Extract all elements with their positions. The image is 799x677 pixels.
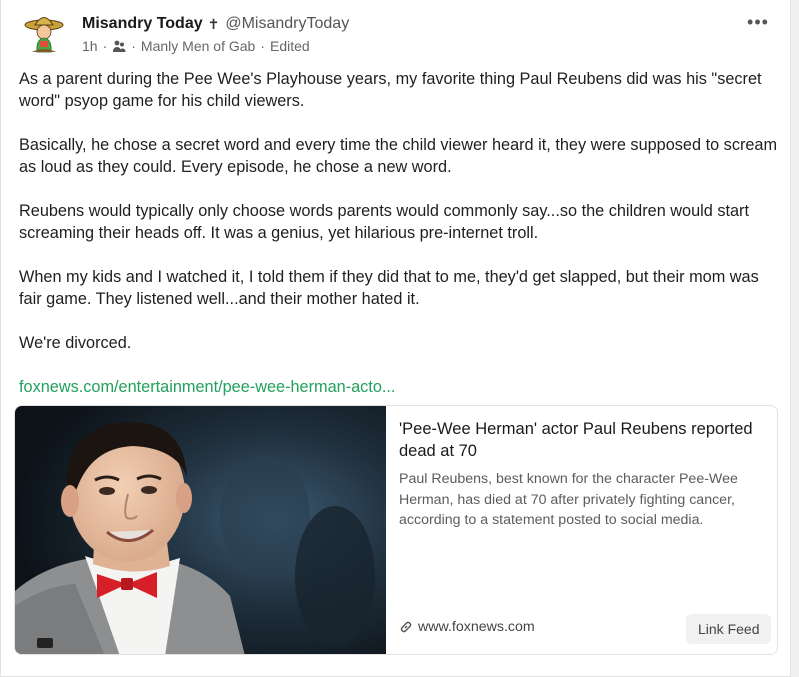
edited-label: Edited [269, 38, 310, 54]
preview-title[interactable]: 'Pee-Wee Herman' actor Paul Reubens repo… [399, 418, 769, 462]
link-preview-card[interactable]: 'Pee-Wee Herman' actor Paul Reubens repo… [14, 405, 778, 655]
post-paragraph: When my kids and I watched it, I told th… [19, 268, 759, 308]
author-display-name[interactable]: Misandry Today [82, 15, 203, 33]
post-body: As a parent during the Pee Wee's Playhou… [19, 68, 779, 376]
post-paragraph: Reubens would typically only choose word… [19, 202, 750, 242]
post-paragraph: As a parent during the Pee Wee's Playhou… [19, 70, 762, 110]
preview-domain-label: www.foxnews.com [418, 619, 535, 635]
preview-description: Paul Reubens, best known for the charact… [399, 471, 738, 528]
preview-image[interactable] [15, 406, 386, 654]
separator-dot: · [131, 38, 136, 54]
group-name[interactable]: Manly Men of Gab [141, 38, 255, 54]
post-header: Misandry Today ✝ @MisandryToday 1h · · M… [19, 10, 772, 58]
more-options-icon[interactable]: ••• [746, 12, 770, 32]
preview-text: 'Pee-Wee Herman' actor Paul Reubens repo… [399, 418, 769, 531]
post-paragraph: We're divorced. [19, 334, 132, 352]
author-handle[interactable]: @MisandryToday [225, 15, 349, 33]
article-link[interactable]: foxnews.com/entertainment/pee-wee-herman… [19, 378, 395, 397]
post-card: Misandry Today ✝ @MisandryToday 1h · · M… [0, 0, 791, 677]
group-icon [112, 39, 126, 53]
page-scrollbar[interactable] [791, 0, 799, 677]
cross-badge-icon: ✝ [207, 15, 220, 32]
author-row: Misandry Today ✝ @MisandryToday [82, 13, 349, 35]
separator-dot: · [102, 38, 108, 54]
link-chain-icon [399, 620, 413, 634]
link-feed-button[interactable]: Link Feed [686, 614, 772, 644]
avatar[interactable] [23, 12, 65, 54]
post-meta: 1h · · Manly Men of Gab · Edited [82, 36, 310, 56]
post-paragraph: Basically, he chose a secret word and ev… [19, 136, 778, 176]
post-time[interactable]: 1h [82, 38, 98, 54]
preview-domain[interactable]: www.foxnews.com [399, 619, 535, 635]
separator-dot: · [260, 38, 265, 54]
